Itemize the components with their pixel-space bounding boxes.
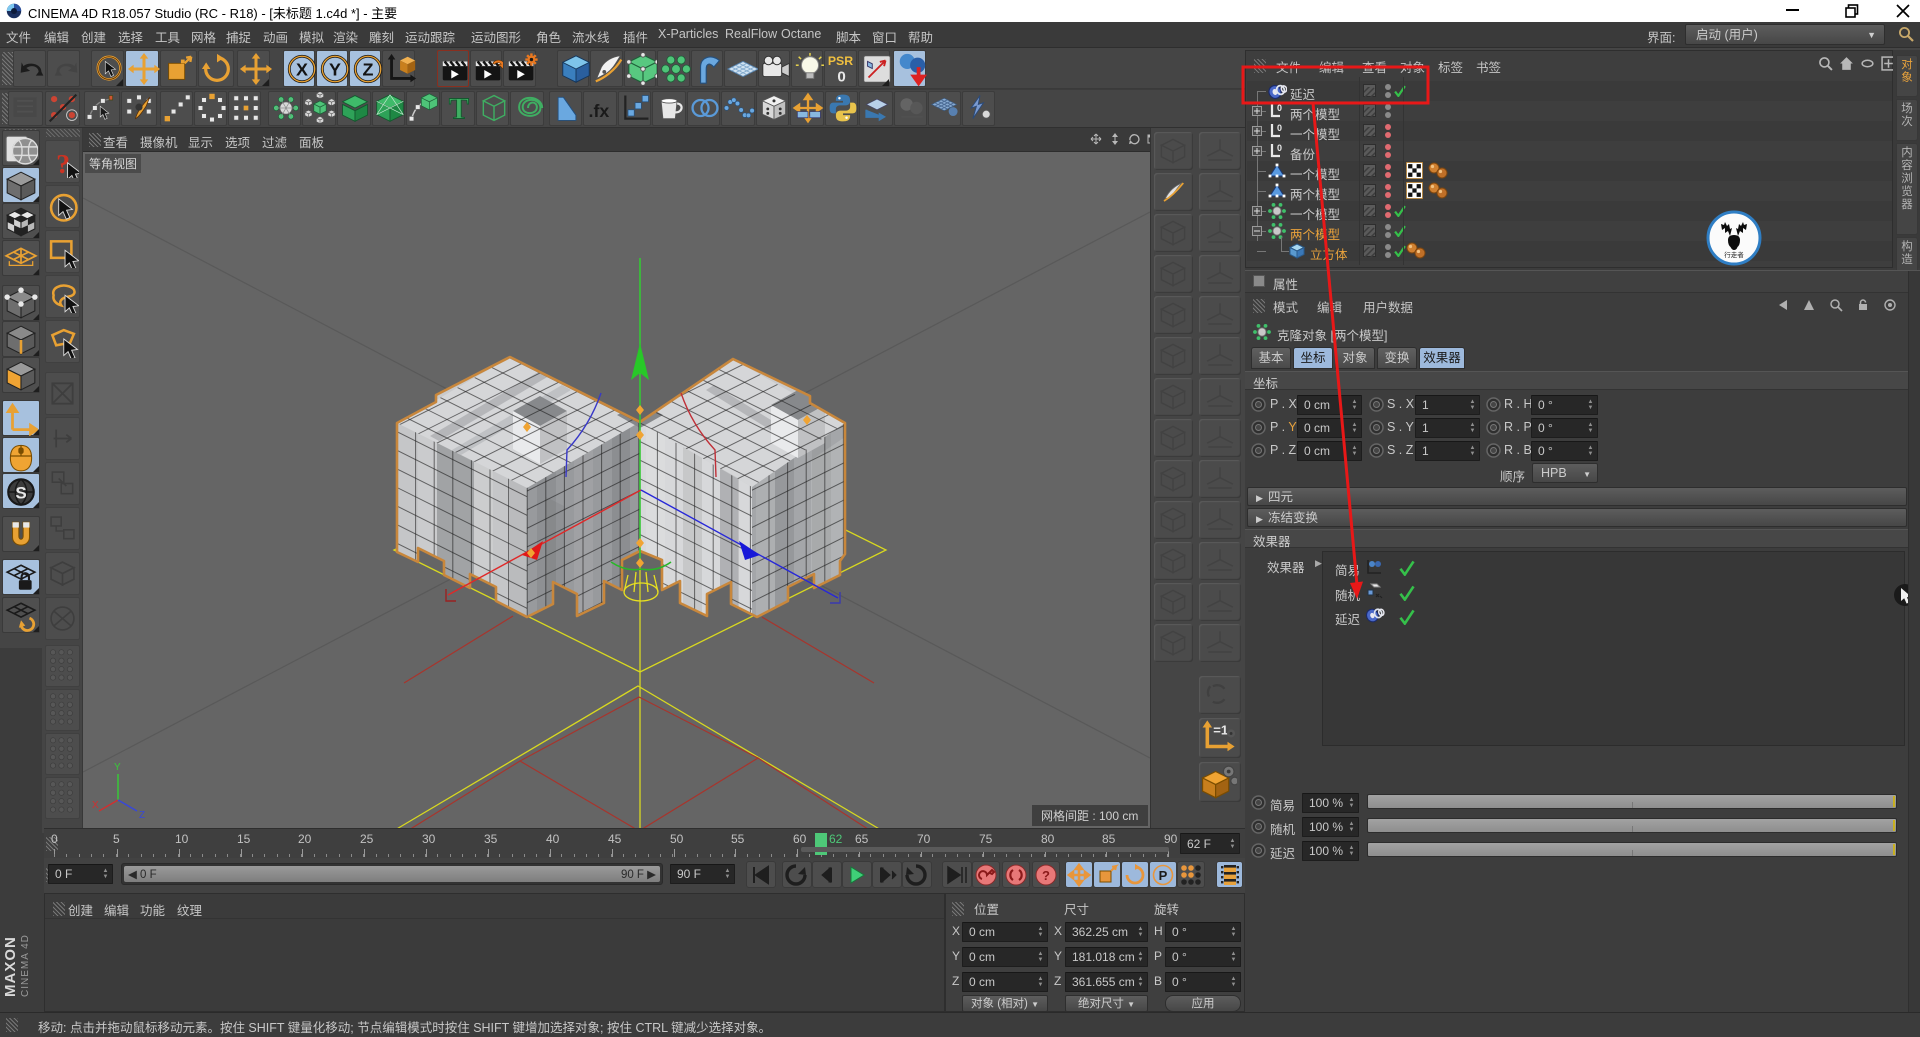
svg-text:X: X xyxy=(296,60,308,80)
svg-text:Z: Z xyxy=(363,60,374,80)
svg-text:0: 0 xyxy=(837,68,845,85)
svg-text:X: X xyxy=(92,800,99,811)
svg-text:Z: Z xyxy=(139,810,145,821)
svg-text:PSR: PSR xyxy=(828,54,853,68)
svg-text:0: 0 xyxy=(1277,103,1282,113)
svg-text:=1: =1 xyxy=(1213,723,1228,738)
svg-text:网格间距 : 100 cm: 网格间距 : 100 cm xyxy=(1041,808,1138,823)
svg-text:0: 0 xyxy=(1277,123,1282,133)
svg-text:T: T xyxy=(449,92,469,124)
svg-text:0: 0 xyxy=(1277,143,1282,153)
svg-text:S: S xyxy=(15,483,26,502)
svg-text:?: ? xyxy=(1042,868,1050,883)
svg-text:Y: Y xyxy=(329,60,341,80)
svg-text:P: P xyxy=(1159,868,1168,883)
svg-text:.fx: .fx xyxy=(589,101,610,121)
svg-text:Y: Y xyxy=(114,762,121,773)
